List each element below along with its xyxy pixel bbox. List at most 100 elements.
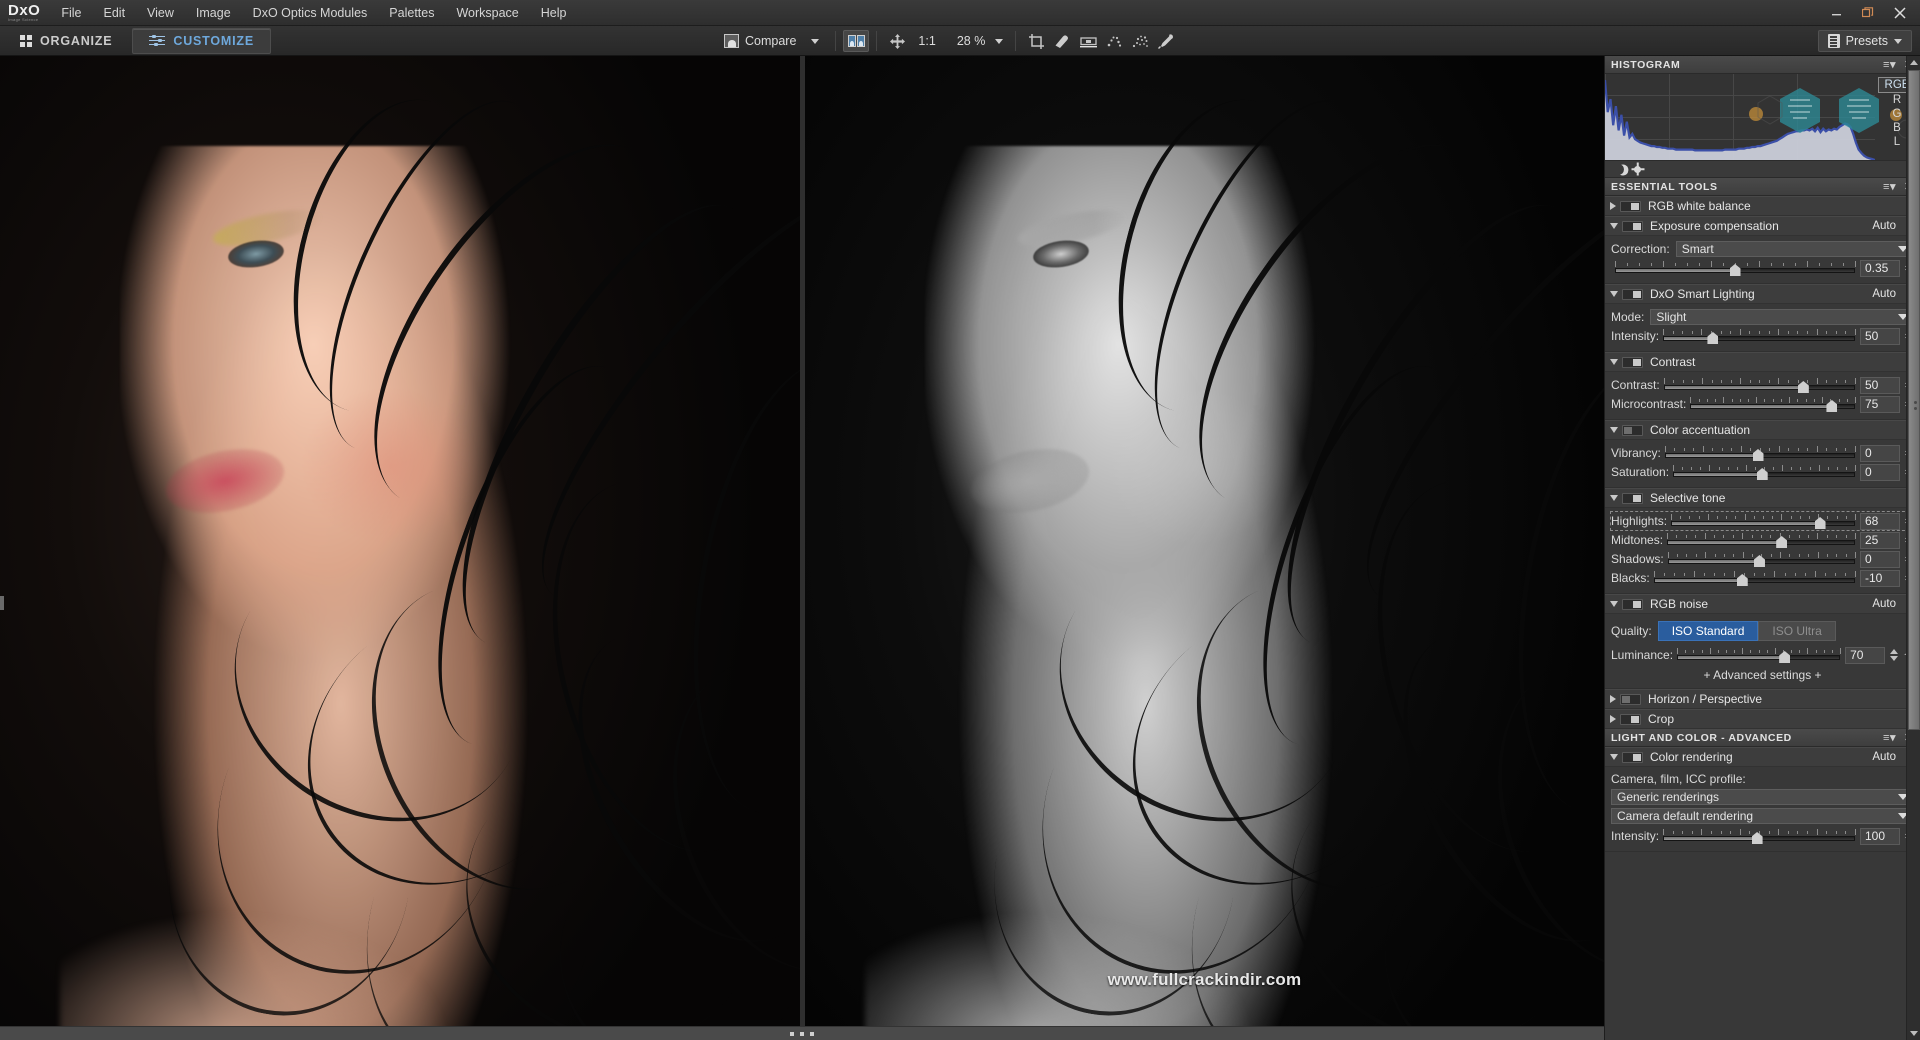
zoom-level-selector[interactable]: 28 % [944,32,1009,50]
scrollbar-thumb[interactable] [1908,70,1920,730]
combo-box-rendering[interactable]: Camera default rendering [1611,808,1914,824]
left-panel-handle[interactable] [0,596,4,610]
slider-value-field[interactable]: 70 [1845,647,1885,664]
horizon-tool-button[interactable] [1075,30,1101,52]
crop-tool-button[interactable] [1023,30,1049,52]
slider-value-field[interactable]: 68 [1860,513,1900,530]
close-button[interactable] [1884,2,1916,24]
slider-value-field[interactable]: 0 [1860,445,1900,462]
menu-item-workspace[interactable]: Workspace [445,2,529,24]
tool-enable-toggle[interactable] [1622,357,1643,368]
advanced-settings-link[interactable]: + Advanced settings + [1611,665,1914,683]
dust-spots-tool-button[interactable] [1127,30,1153,52]
tool-enable-toggle[interactable] [1620,201,1641,212]
pan-tool-button[interactable] [884,30,910,52]
compare-dropdown-button[interactable] [802,30,828,52]
tool-enable-toggle[interactable] [1622,752,1643,763]
side-by-side-view-button[interactable] [843,30,869,52]
original-image-pane[interactable] [0,56,800,1040]
slider-value-field[interactable]: 100 [1860,828,1900,845]
slider-value-field[interactable]: 25 [1860,532,1900,549]
slider-track[interactable] [1671,512,1855,530]
tab-customize[interactable]: CUSTOMIZE [132,28,271,54]
histogram-chart[interactable]: RGBRGBL [1605,74,1920,161]
restore-button[interactable] [1852,2,1884,24]
tool-section-exposure_compensation[interactable]: Exposure compensationAuto? [1605,216,1920,236]
auto-button[interactable]: Auto [1872,288,1896,300]
moon-icon[interactable] [1611,162,1625,176]
slider-value-field[interactable]: -10 [1860,570,1900,587]
tool-enable-toggle[interactable] [1620,714,1641,725]
combo-box[interactable]: Slight [1650,309,1914,325]
tool-enable-toggle[interactable] [1622,289,1643,300]
chevron-right-icon[interactable] [1610,715,1616,723]
tool-section-color_accentuation[interactable]: Color accentuation? [1605,420,1920,440]
processed-image-pane[interactable]: www.fullcrackindir.com [805,56,1604,1040]
slider-value-field[interactable]: 0 [1860,464,1900,481]
slider-track[interactable] [1677,646,1840,664]
tools-panel-scrollbar[interactable] [1906,56,1920,1040]
slider-track[interactable] [1665,444,1855,462]
tab-organize[interactable]: ORGANIZE [4,28,128,54]
menu-item-file[interactable]: File [50,2,92,24]
tool-enable-toggle[interactable] [1622,425,1643,436]
tool-section-dxo_smart_lighting[interactable]: DxO Smart LightingAuto? [1605,284,1920,304]
slider-track[interactable] [1654,569,1855,587]
tool-enable-toggle[interactable] [1622,493,1643,504]
slider-track[interactable] [1663,327,1855,345]
slider-track[interactable] [1615,259,1855,277]
slider-track[interactable] [1673,463,1855,481]
color-picker-tool-button[interactable] [1153,30,1179,52]
slider-track[interactable] [1667,531,1855,549]
menu-item-palettes[interactable]: Palettes [378,2,445,24]
chevron-down-icon[interactable] [1610,427,1618,433]
slider-value-field[interactable]: 50 [1860,328,1900,345]
chevron-down-icon[interactable] [1610,359,1618,365]
tool-section-selective_tone[interactable]: Selective tone? [1605,488,1920,508]
minimize-button[interactable] [1820,2,1852,24]
menu-item-help[interactable]: Help [530,2,578,24]
tool-enable-toggle[interactable] [1622,599,1643,610]
quality-option-1[interactable]: ISO Ultra [1758,621,1835,641]
chevron-right-icon[interactable] [1610,695,1616,703]
slider-track[interactable] [1668,550,1855,568]
sun-icon[interactable] [1634,166,1641,173]
drag-handle-dots[interactable] [790,1032,814,1036]
slider-track[interactable] [1663,827,1855,845]
tool-section-rgb_noise[interactable]: RGB noiseAuto? [1605,594,1920,614]
slider-stepper[interactable] [1888,649,1899,661]
combo-box-profile[interactable]: Generic renderings [1611,789,1914,805]
menu-item-image[interactable]: Image [185,2,242,24]
menu-item-edit[interactable]: Edit [93,2,137,24]
slider-value-field[interactable]: 50 [1860,377,1900,394]
dust-removal-tool-button[interactable] [1101,30,1127,52]
slider-value-field[interactable]: 0 [1860,551,1900,568]
slider-value-field[interactable]: 75 [1860,396,1900,413]
chevron-right-icon[interactable] [1610,202,1616,210]
retouch-tool-button[interactable] [1049,30,1075,52]
panel-menu-icon[interactable]: ≡▾ [1883,180,1896,193]
slider-track[interactable] [1664,376,1855,394]
tool-enable-toggle[interactable] [1620,694,1641,705]
panel-menu-icon[interactable]: ≡▾ [1883,58,1896,71]
zoom-ratio-label[interactable]: 1:1 [910,34,943,48]
chevron-down-icon[interactable] [1610,223,1618,229]
tool-section-rgb_white_balance[interactable]: RGB white balance? [1605,196,1920,216]
scroll-down-button[interactable] [1907,1027,1920,1040]
tool-section-crop[interactable]: Crop? [1605,709,1920,729]
slider-value-field[interactable]: 0.35 [1860,260,1900,277]
menu-item-dxo-optics-modules[interactable]: DxO Optics Modules [242,2,379,24]
presets-button[interactable]: Presets [1818,30,1912,52]
chevron-down-icon[interactable] [1610,601,1618,607]
slider-track[interactable] [1690,395,1855,413]
tool-section-horizon_perspective[interactable]: Horizon / Perspective? [1605,689,1920,709]
tool-section-color_rendering[interactable]: Color renderingAuto? [1605,747,1920,767]
chevron-down-icon[interactable] [1610,754,1618,760]
tool-section-contrast[interactable]: Contrast? [1605,352,1920,372]
tool-enable-toggle[interactable] [1622,221,1643,232]
auto-button[interactable]: Auto [1872,751,1896,763]
menu-item-view[interactable]: View [136,2,185,24]
combo-box[interactable]: Smart [1676,241,1914,257]
compare-button[interactable]: Compare [718,30,802,52]
panel-menu-icon[interactable]: ≡▾ [1883,731,1896,744]
